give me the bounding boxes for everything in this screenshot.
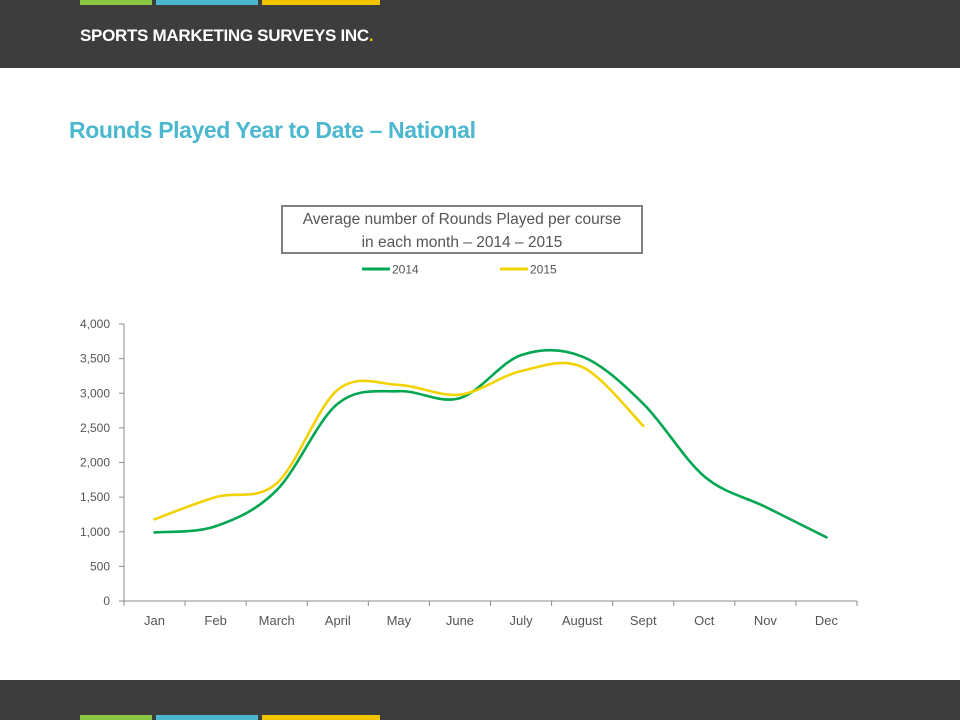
x-tick-label: April bbox=[325, 613, 351, 628]
y-tick-label: 4,000 bbox=[80, 317, 110, 331]
y-tick-label: 2,000 bbox=[80, 456, 110, 470]
x-tick-label: Oct bbox=[694, 613, 715, 628]
x-tick-label: May bbox=[387, 613, 412, 628]
y-tick-label: 3,000 bbox=[80, 386, 110, 400]
y-tick-label: 500 bbox=[90, 559, 110, 573]
y-tick-label: 1,000 bbox=[80, 525, 110, 539]
legend-label-2014: 2014 bbox=[392, 263, 419, 277]
y-tick-label: 1,500 bbox=[80, 490, 110, 504]
x-tick-label: June bbox=[446, 613, 474, 628]
x-tick-label: July bbox=[509, 613, 533, 628]
line-chart: 0 500 1,000 1,500 2,000 2,500 3,000 3,500 4,000 J… bbox=[80, 263, 858, 628]
series-line-2015 bbox=[153, 361, 645, 521]
series-line-2014 bbox=[153, 348, 828, 539]
x-tick-label: Feb bbox=[204, 613, 226, 628]
footer-bar bbox=[0, 680, 960, 720]
x-tick-label: Jan bbox=[144, 613, 165, 628]
legend-label-2015: 2015 bbox=[530, 263, 557, 277]
footer-stripe-yellow bbox=[262, 715, 380, 720]
footer-stripe-green bbox=[80, 715, 152, 720]
x-tick-label: March bbox=[259, 613, 295, 628]
footer-stripe-blue bbox=[156, 715, 258, 720]
x-tick-label: Nov bbox=[754, 613, 778, 628]
y-tick-label: 2,500 bbox=[80, 421, 110, 435]
y-tick-label: 3,500 bbox=[80, 352, 110, 366]
y-tick-label: 0 bbox=[103, 594, 110, 608]
x-tick-label: August bbox=[562, 613, 603, 628]
x-tick-label: Sept bbox=[630, 613, 657, 628]
x-tick-label: Dec bbox=[815, 613, 839, 628]
